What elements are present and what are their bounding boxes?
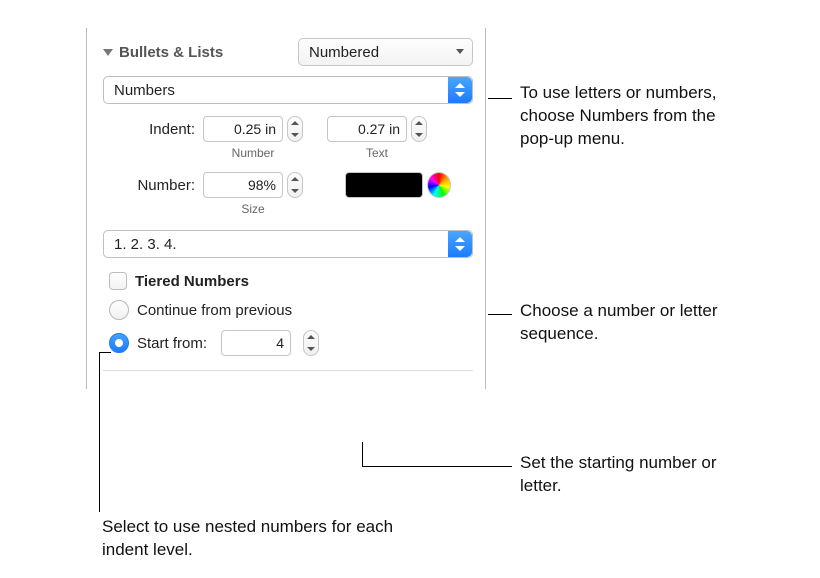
number-size-sublabel: Size <box>203 202 303 216</box>
indent-number-value: 0.25 in <box>234 121 276 137</box>
bullets-lists-panel: Bullets & Lists Numbered Numbers Indent:… <box>86 28 486 389</box>
start-from-stepper[interactable] <box>303 330 319 356</box>
leader-line <box>99 352 111 353</box>
annotation-sequence: Choose a number or letter sequence. <box>520 300 730 346</box>
indent-label: Indent: <box>103 121 203 138</box>
number-color-well[interactable] <box>345 172 423 198</box>
number-sublabels: Size <box>103 202 473 216</box>
indent-number-field[interactable]: 0.25 in <box>203 116 283 142</box>
checkbox-icon <box>109 272 127 290</box>
updown-chevron-icon <box>455 237 465 251</box>
annotation-numbers-popup: To use letters or numbers, choose Number… <box>520 82 720 151</box>
leader-line <box>488 314 512 315</box>
start-from-value: 4 <box>276 335 284 351</box>
sequence-value: 1. 2. 3. 4. <box>114 236 177 253</box>
leader-line <box>362 442 363 466</box>
start-from-field[interactable]: 4 <box>221 330 291 356</box>
start-from-radio[interactable]: Start from: 4 <box>109 330 473 356</box>
continue-label: Continue from previous <box>137 302 292 319</box>
annotation-tiered: Select to use nested numbers for each in… <box>102 516 402 562</box>
annotation-start: Set the starting number or letter. <box>520 452 720 498</box>
sequence-popup[interactable]: 1. 2. 3. 4. <box>103 230 473 258</box>
leader-line <box>488 98 512 99</box>
popup-indicator <box>448 231 472 257</box>
color-picker-button[interactable] <box>427 172 451 198</box>
number-label: Number: <box>103 177 203 194</box>
list-style-value: Numbered <box>309 44 379 61</box>
section-header: Bullets & Lists Numbered <box>103 38 473 66</box>
section-title: Bullets & Lists <box>119 44 223 61</box>
popup-indicator <box>448 77 472 103</box>
divider <box>103 370 473 371</box>
indent-sublabels: Number Text <box>103 146 473 160</box>
indent-text-field[interactable]: 0.27 in <box>327 116 407 142</box>
indent-number-stepper[interactable] <box>287 116 303 142</box>
leader-line <box>362 466 512 467</box>
indent-row: Indent: 0.25 in 0.27 in <box>103 116 473 142</box>
leader-line <box>99 352 100 512</box>
radio-icon <box>109 300 129 320</box>
number-size-value: 98% <box>248 177 276 193</box>
indent-text-sublabel: Text <box>327 146 427 160</box>
tiered-numbers-label: Tiered Numbers <box>135 273 249 290</box>
list-style-popup[interactable]: Numbered <box>298 38 473 66</box>
indent-number-sublabel: Number <box>203 146 303 160</box>
number-size-stepper[interactable] <box>287 172 303 198</box>
list-type-popup[interactable]: Numbers <box>103 76 473 104</box>
disclosure-triangle-icon[interactable] <box>103 49 113 56</box>
continue-from-previous-radio[interactable]: Continue from previous <box>109 300 473 320</box>
number-size-field[interactable]: 98% <box>203 172 283 198</box>
updown-chevron-icon <box>455 83 465 97</box>
tiered-numbers-check[interactable]: Tiered Numbers <box>109 272 473 290</box>
number-row: Number: 98% <box>103 172 473 198</box>
list-type-value: Numbers <box>114 82 175 99</box>
radio-selected-icon <box>109 333 129 353</box>
indent-text-stepper[interactable] <box>411 116 427 142</box>
start-from-label: Start from: <box>137 335 207 352</box>
chevron-down-icon <box>454 46 466 58</box>
indent-text-value: 0.27 in <box>358 121 400 137</box>
